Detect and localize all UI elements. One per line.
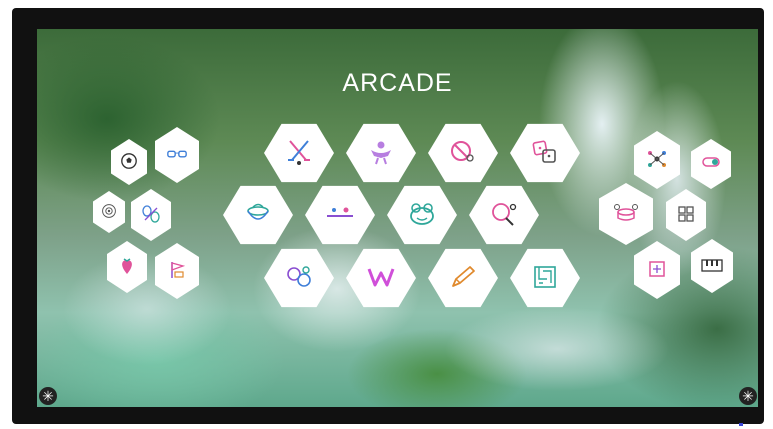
no-sign-icon bbox=[451, 141, 474, 162]
app-tile[interactable] bbox=[691, 239, 733, 293]
app-tile[interactable] bbox=[223, 185, 293, 245]
app-tile[interactable] bbox=[599, 183, 653, 245]
molecule-icon bbox=[648, 151, 666, 167]
settings-icon[interactable]: ✳ bbox=[39, 387, 57, 405]
app-tile[interactable] bbox=[93, 191, 125, 233]
app-tile[interactable] bbox=[346, 123, 416, 183]
app-tile[interactable] bbox=[155, 127, 199, 183]
piano-icon bbox=[701, 259, 723, 272]
page-title: ARCADE bbox=[342, 69, 453, 97]
map-icon bbox=[649, 261, 665, 277]
butterfly-icon bbox=[142, 205, 160, 223]
target-icon bbox=[102, 204, 116, 218]
app-tile[interactable] bbox=[510, 123, 580, 183]
app-tile[interactable] bbox=[264, 248, 334, 308]
pencil-icon bbox=[452, 266, 475, 287]
figure-icon bbox=[371, 141, 391, 165]
app-tile[interactable] bbox=[155, 243, 199, 299]
app-tile[interactable] bbox=[264, 123, 334, 183]
drums-icon bbox=[614, 204, 638, 221]
ping-pong-icon bbox=[492, 203, 517, 226]
app-tile[interactable] bbox=[305, 185, 375, 245]
app-tile[interactable] bbox=[428, 248, 498, 308]
hockey-sticks-icon bbox=[288, 140, 310, 165]
flag-icon bbox=[171, 262, 186, 278]
bubbles-icon bbox=[287, 266, 311, 287]
app-tile[interactable] bbox=[387, 185, 457, 245]
strawberry-icon bbox=[122, 258, 132, 274]
frog-icon bbox=[410, 203, 434, 225]
maze-icon bbox=[534, 266, 556, 288]
grid-icon bbox=[678, 206, 694, 222]
toggle-icon bbox=[702, 157, 720, 167]
app-tile[interactable] bbox=[510, 248, 580, 308]
app-tile[interactable] bbox=[666, 189, 706, 241]
app-tile[interactable] bbox=[107, 241, 147, 293]
pool-cue-icon bbox=[327, 207, 353, 217]
app-tile[interactable] bbox=[691, 139, 731, 189]
dice-icon bbox=[532, 140, 556, 163]
settings-icon[interactable]: ✳ bbox=[739, 387, 757, 405]
app-tile[interactable] bbox=[131, 189, 171, 241]
indicator-light bbox=[739, 423, 743, 426]
app-tile[interactable] bbox=[469, 185, 539, 245]
app-tile[interactable] bbox=[634, 131, 680, 189]
app-tile[interactable] bbox=[346, 248, 416, 308]
sunglasses-icon bbox=[167, 150, 187, 158]
letter-w-icon bbox=[367, 268, 395, 287]
app-tile[interactable] bbox=[428, 123, 498, 183]
app-tile[interactable] bbox=[111, 139, 147, 185]
app-tile[interactable] bbox=[634, 241, 680, 299]
arcade-screen: ARCADE ✳ ✳ bbox=[37, 29, 758, 407]
bowl-icon bbox=[247, 203, 269, 220]
soccer-ball-icon bbox=[121, 153, 137, 169]
